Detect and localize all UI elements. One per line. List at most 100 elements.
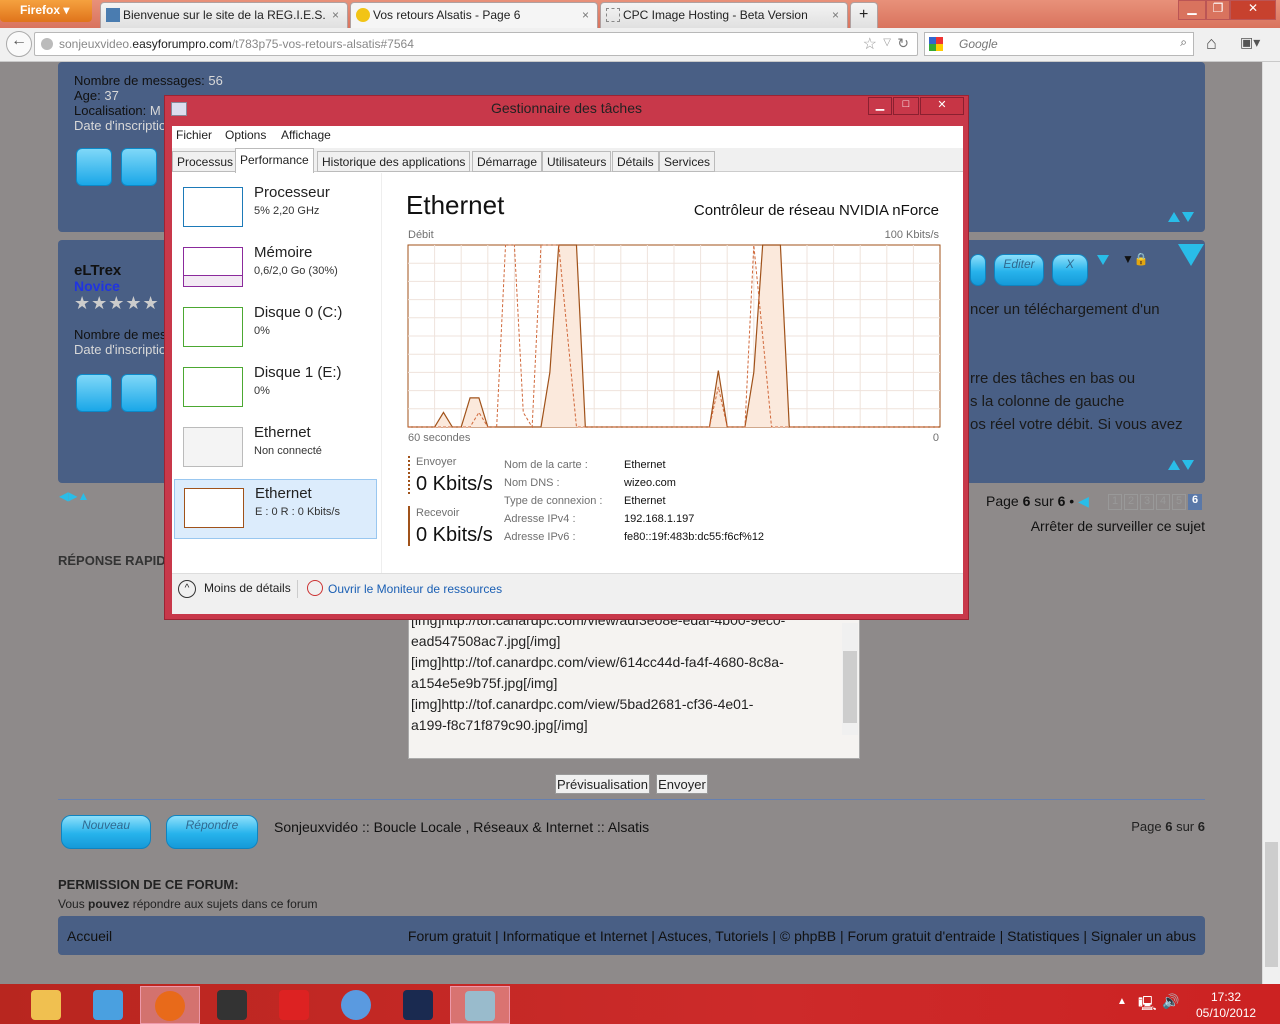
bookmark-star-icon[interactable]: ☆	[863, 34, 877, 54]
bookmarks-icon[interactable]: ▣▾	[1240, 34, 1260, 51]
divider	[58, 799, 1205, 800]
textarea-scrollbar[interactable]	[842, 623, 858, 735]
page-link[interactable]: 1	[1108, 494, 1122, 510]
close-tab-icon[interactable]: ×	[332, 8, 339, 22]
resource-item[interactable]: Ethernet E : 0 R : 0 Kbits/s	[174, 479, 377, 539]
tab-processus[interactable]: Processus	[172, 151, 239, 172]
clock[interactable]: 17:32 05/10/2012	[1196, 989, 1256, 1021]
page-indicator: Page 6 sur 6	[1131, 819, 1205, 834]
tab-performance[interactable]: Performance	[235, 148, 314, 173]
search-icon[interactable]: ⌕	[1180, 35, 1187, 50]
tab-demarrage[interactable]: Démarrage	[472, 151, 543, 172]
post-username[interactable]: eLTrex	[74, 262, 121, 279]
page-link[interactable]: 3	[1140, 494, 1154, 510]
detail-heading: Ethernet	[406, 190, 505, 220]
scroll-up-icon[interactable]	[1168, 212, 1180, 222]
open-resource-monitor-link[interactable]: Ouvrir le Moniteur de ressources	[328, 582, 502, 596]
collapse-chevron-icon[interactable]: ^	[178, 580, 196, 598]
resource-value: 5% 2,20 GHz	[254, 205, 320, 217]
resource-item[interactable]: Disque 0 (C:) 0%	[174, 299, 377, 359]
menu-options[interactable]: Options	[225, 128, 266, 142]
maximize-button[interactable]: ❐	[1206, 0, 1230, 20]
resource-item[interactable]: Mémoire 0,6/2,0 Go (30%)	[174, 239, 377, 299]
maximize-button[interactable]: □	[893, 97, 919, 115]
fewer-details-button[interactable]: Moins de détails	[204, 581, 291, 595]
textarea-scroll-thumb[interactable]	[843, 651, 857, 723]
close-window-button[interactable]: ✕	[1230, 0, 1276, 20]
tab-details[interactable]: Détails	[612, 151, 659, 172]
tab-regies[interactable]: Bienvenue sur le site de la REG.I.E.S. ×	[100, 2, 348, 28]
taskbar-steam-icon[interactable]	[202, 986, 262, 1024]
taskbar-file-explorer-icon[interactable]	[16, 986, 76, 1024]
home-icon[interactable]: ⌂	[1206, 33, 1217, 54]
url-domain: easyforumpro.com	[132, 37, 232, 51]
footer-home-link[interactable]: Accueil	[67, 928, 112, 944]
dropdown-icon[interactable]: ▽	[883, 37, 891, 48]
show-hidden-icons-button[interactable]: ▲	[1117, 996, 1127, 1007]
taskbar-chrome-icon[interactable]	[326, 986, 386, 1024]
reply-button[interactable]: Répondre	[166, 815, 258, 849]
private-message-icon[interactable]	[121, 148, 157, 186]
report-lock-icon[interactable]: ▼🔒	[1122, 252, 1149, 266]
taskbar-firefox-icon[interactable]	[140, 986, 200, 1024]
page-link[interactable]: 5	[1172, 494, 1186, 510]
back-button[interactable]: ←	[6, 31, 32, 57]
page-scrollbar[interactable]	[1262, 62, 1280, 984]
edit-button[interactable]: Editer	[994, 254, 1044, 286]
scrollbar-thumb[interactable]	[1265, 842, 1278, 967]
breadcrumb[interactable]: Sonjeuxvidéo :: Boucle Locale , Réseaux …	[274, 819, 649, 835]
network-icon[interactable]: 🖳	[1138, 993, 1157, 1017]
minimize-button[interactable]: ▁	[1178, 0, 1206, 20]
private-message-icon[interactable]	[121, 374, 157, 412]
topic-nav-icons[interactable]: ◀▶▲	[59, 489, 89, 503]
delete-button[interactable]: X	[1052, 254, 1088, 286]
tab-historique[interactable]: Historique des applications	[317, 151, 471, 172]
firefox-menu-label: Firefox	[20, 3, 61, 17]
footer-links[interactable]: Forum gratuit | Informatique et Internet…	[408, 928, 1196, 944]
resource-item[interactable]: Disque 1 (E:) 0%	[174, 359, 377, 419]
close-tab-icon[interactable]: ×	[582, 8, 589, 22]
new-tab-button[interactable]: +	[850, 2, 878, 28]
tab-services[interactable]: Services	[659, 151, 716, 172]
close-tab-icon[interactable]: ×	[832, 8, 839, 22]
tab-utilisateurs[interactable]: Utilisateurs	[542, 151, 612, 172]
resource-thumbnail	[183, 187, 243, 227]
menu-affichage[interactable]: Affichage	[281, 128, 331, 142]
url-bar[interactable]: sonjeuxvideo.easyforumpro.com/t783p75-vo…	[34, 32, 918, 56]
permission-text: Vous pouvez répondre aux sujets dans ce …	[58, 897, 318, 911]
resource-item[interactable]: Processeur 5% 2,20 GHz	[174, 179, 377, 239]
resource-item[interactable]: Ethernet Non connecté	[174, 419, 377, 479]
firefox-menu-button[interactable]: Firefox ▾	[0, 0, 92, 22]
quote-button[interactable]	[970, 254, 986, 286]
page-link[interactable]: 2	[1124, 494, 1138, 510]
minimize-button[interactable]: ▁	[868, 97, 892, 115]
reply-textarea[interactable]: [img]http://tof.canardpc.com/view/adf3e0…	[408, 612, 860, 759]
report-icon[interactable]	[1097, 255, 1109, 265]
profile-icon[interactable]	[76, 148, 112, 186]
scroll-down-icon[interactable]	[1182, 460, 1194, 470]
tab-cpc-image[interactable]: CPC Image Hosting - Beta Version ×	[600, 2, 848, 28]
close-button[interactable]: ✕	[920, 97, 964, 115]
scroll-up-icon[interactable]	[1168, 460, 1180, 470]
resource-monitor-icon	[307, 580, 323, 596]
menu-fichier[interactable]: Fichier	[176, 128, 212, 142]
scroll-down-icon[interactable]	[1182, 212, 1194, 222]
page-link[interactable]: 4	[1156, 494, 1170, 510]
scroll-down-big-icon[interactable]	[1178, 244, 1204, 266]
preview-button[interactable]: Prévisualisation	[555, 774, 650, 794]
unwatch-topic-link[interactable]: Arrêter de surveiller ce sujet	[1031, 518, 1205, 534]
profile-icon[interactable]	[76, 374, 112, 412]
footer-bar: Accueil Forum gratuit | Informatique et …	[58, 916, 1205, 955]
tab-vos-retours[interactable]: Vos retours Alsatis - Page 6 ×	[350, 2, 598, 28]
search-box[interactable]: Google ⌕	[924, 32, 1194, 56]
send-button[interactable]: Envoyer	[656, 774, 708, 794]
resource-name: Disque 1 (E:)	[254, 364, 342, 381]
new-topic-button[interactable]: Nouveau	[61, 815, 151, 849]
reload-icon[interactable]: ↻	[897, 35, 909, 52]
taskbar-task-manager-icon[interactable]	[450, 986, 510, 1024]
taskbar-league-of-legends-icon[interactable]	[388, 986, 448, 1024]
volume-icon[interactable]: 🔊	[1162, 993, 1179, 1010]
taskbar-guild-wars-2-icon[interactable]	[264, 986, 324, 1024]
previous-page-icon[interactable]: ◀	[1078, 493, 1089, 509]
taskbar-control-panel-icon[interactable]	[78, 986, 138, 1024]
